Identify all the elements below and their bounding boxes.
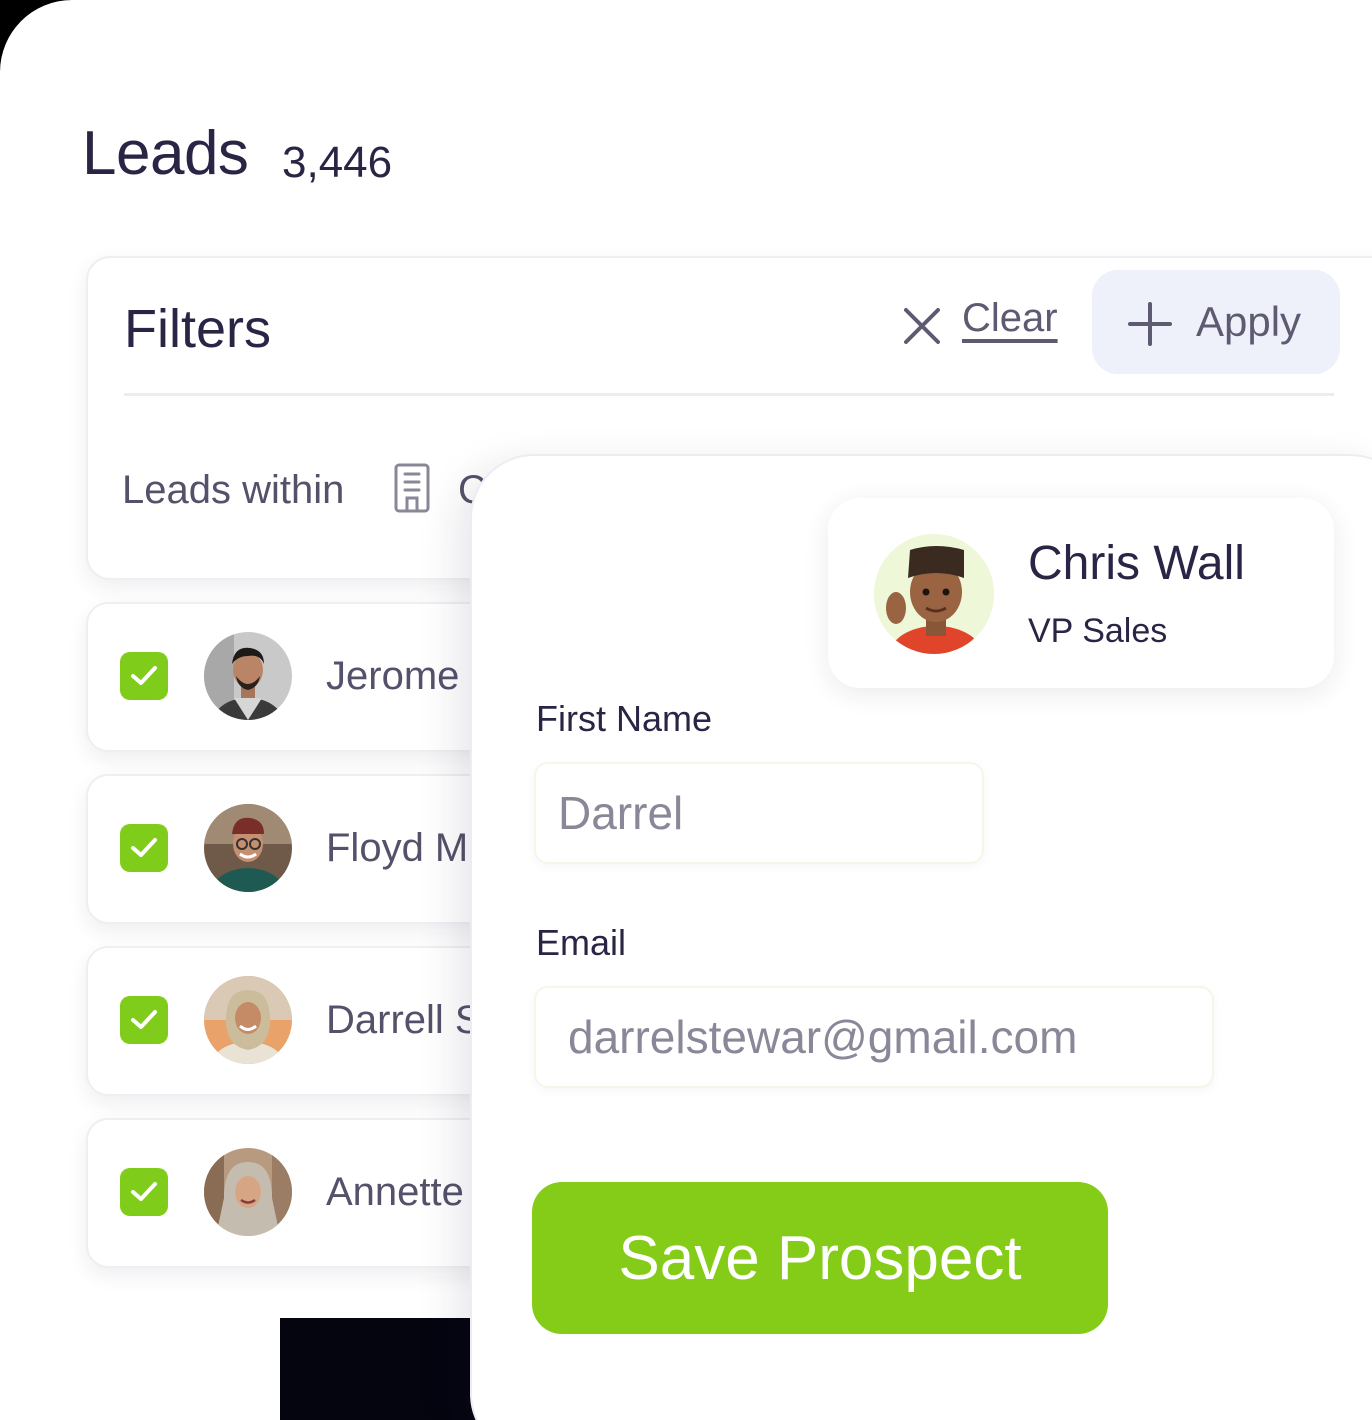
- check-icon: [131, 1182, 157, 1201]
- check-icon: [131, 838, 157, 857]
- clear-button[interactable]: Clear: [962, 296, 1058, 341]
- avatar: [874, 534, 994, 654]
- leads-count: 3,446: [282, 138, 393, 187]
- owner-name: Chris Wall: [1028, 537, 1245, 590]
- render-artifact: [280, 1318, 480, 1420]
- close-icon[interactable]: [898, 302, 946, 350]
- checkbox[interactable]: [120, 824, 168, 872]
- first-name-field[interactable]: Darrel: [534, 762, 984, 864]
- apply-button[interactable]: Apply: [1092, 270, 1340, 374]
- divider: [124, 393, 1334, 396]
- page-title: Leads: [82, 119, 249, 188]
- checkbox[interactable]: [120, 1168, 168, 1216]
- filters-title: Filters: [124, 299, 271, 359]
- email-field[interactable]: darrelstewar@gmail.com: [534, 986, 1214, 1088]
- checkbox[interactable]: [120, 996, 168, 1044]
- checkbox[interactable]: [120, 652, 168, 700]
- avatar: [204, 804, 292, 892]
- app-canvas: Leads 3,446 Filters Clear Apply Leads wi…: [0, 0, 1372, 1420]
- apply-label: Apply: [1196, 298, 1302, 345]
- first-name-label: First Name: [536, 698, 713, 739]
- check-icon: [131, 666, 157, 685]
- leads-within-label: Leads within: [122, 468, 345, 512]
- lead-name: Jerome: [326, 654, 460, 698]
- avatar: [204, 1148, 292, 1236]
- owner-role: VP Sales: [1028, 612, 1168, 650]
- owner-card: Chris Wall VP Sales: [828, 498, 1334, 688]
- email-label: Email: [536, 922, 627, 963]
- lead-name: Darrell S: [326, 998, 482, 1042]
- check-icon: [131, 1010, 157, 1029]
- plus-icon: [1128, 302, 1172, 346]
- building-icon: [394, 463, 430, 513]
- lead-name: Annette: [326, 1170, 464, 1214]
- lead-name: Floyd M: [326, 826, 469, 870]
- avatar: [204, 976, 292, 1064]
- avatar: [204, 632, 292, 720]
- save-prospect-dialog: Chris Wall VP Sales First Name Darrel Em…: [470, 454, 1372, 1420]
- save-prospect-button[interactable]: Save Prospect: [532, 1182, 1108, 1334]
